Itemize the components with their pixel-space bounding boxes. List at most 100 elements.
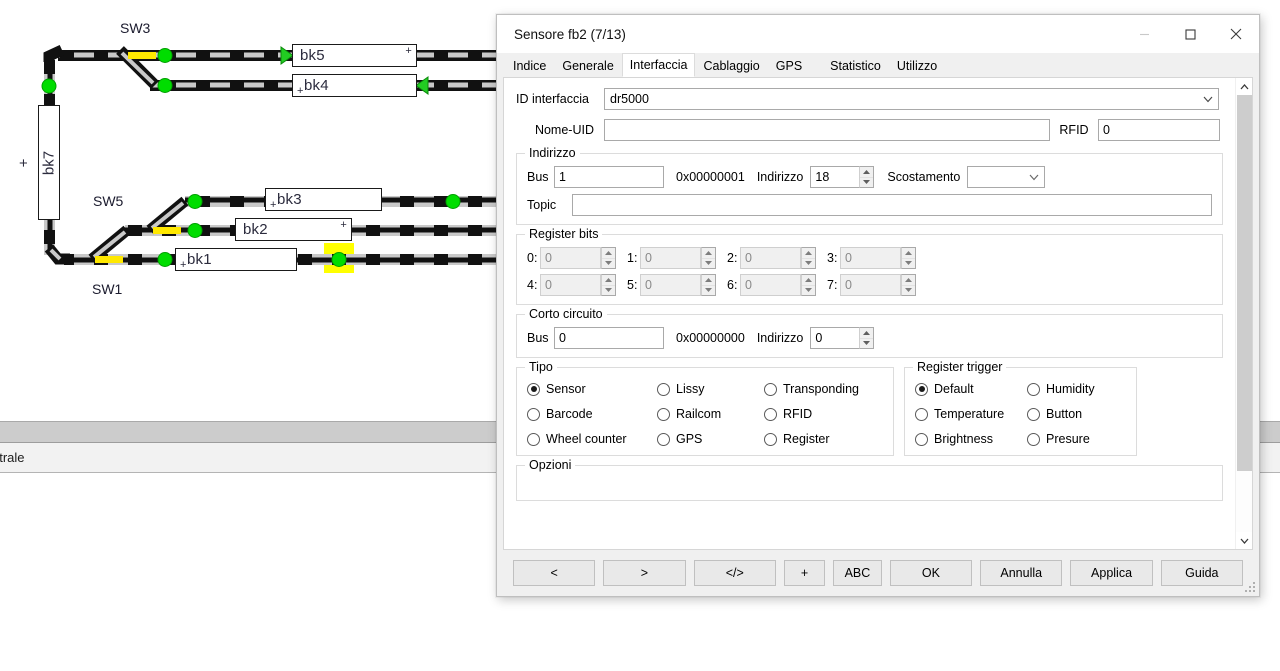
stepper-buttons[interactable] <box>601 274 616 296</box>
block-bk4[interactable]: bk4 + <box>292 74 417 97</box>
radio-trigger-default[interactable]: Default <box>915 382 1027 396</box>
help-button[interactable]: Guida <box>1160 560 1243 586</box>
scroll-up-button[interactable] <box>1236 78 1252 95</box>
block-bk7[interactable]: bk7 + <box>15 105 60 220</box>
tab-utilizzo[interactable]: Utilizzo <box>888 54 946 77</box>
stepper-up-icon[interactable] <box>902 248 915 259</box>
stepper-down-icon[interactable] <box>602 286 615 296</box>
block-bk5[interactable]: bk5 + <box>292 44 417 67</box>
bit-4-input[interactable] <box>540 274 601 296</box>
block-bk3[interactable]: bk3 + <box>265 188 382 211</box>
ok-button[interactable]: OK <box>889 560 973 586</box>
stepper-buttons[interactable] <box>901 274 916 296</box>
stepper-buttons[interactable] <box>859 327 875 349</box>
bit-0-stepper[interactable] <box>540 247 616 269</box>
stepper-down-icon[interactable] <box>902 259 915 269</box>
stepper-up-icon[interactable] <box>860 328 874 339</box>
radio-tipo-barcode[interactable]: Barcode <box>527 407 657 421</box>
tab-generale[interactable]: Generale <box>554 54 622 77</box>
radio-tipo-lissy[interactable]: Lissy <box>657 382 764 396</box>
stepper-buttons[interactable] <box>701 247 716 269</box>
stepper-buttons[interactable] <box>801 274 816 296</box>
radio-tipo-wheel-counter[interactable]: Wheel counter <box>527 432 657 446</box>
block-bk1[interactable]: bk1 + <box>175 248 297 271</box>
block-bk2[interactable]: bk2 + <box>235 218 352 241</box>
stepper-up-icon[interactable] <box>802 275 815 286</box>
stepper-down-icon[interactable] <box>602 259 615 269</box>
cc-indirizzo-stepper[interactable] <box>810 327 875 349</box>
stepper-up-icon[interactable] <box>602 248 615 259</box>
scroll-down-button[interactable] <box>1236 532 1252 549</box>
stepper-buttons[interactable] <box>701 274 716 296</box>
stepper-down-icon[interactable] <box>702 286 715 296</box>
abc-button[interactable]: ABC <box>833 560 882 586</box>
tab-gps[interactable]: GPS <box>767 54 811 77</box>
radio-tipo-rfid[interactable]: RFID <box>764 407 883 421</box>
apply-button[interactable]: Applica <box>1070 560 1153 586</box>
cc-bus-input[interactable] <box>554 327 664 349</box>
radio-tipo-transponding[interactable]: Transponding <box>764 382 883 396</box>
stepper-down-icon[interactable] <box>802 286 815 296</box>
stepper-down-icon[interactable] <box>802 259 815 269</box>
bit-1-input[interactable] <box>640 247 701 269</box>
stepper-buttons[interactable] <box>859 166 875 188</box>
radio-trigger-button[interactable]: Button <box>1027 407 1126 421</box>
close-icon[interactable] <box>1213 15 1259 53</box>
bus-input[interactable] <box>554 166 664 188</box>
stepper-down-icon[interactable] <box>702 259 715 269</box>
bit-5-input[interactable] <box>640 274 701 296</box>
tab-statistico[interactable]: Statistico <box>822 54 889 77</box>
stepper-buttons[interactable] <box>601 247 616 269</box>
resize-grip-icon[interactable] <box>1244 581 1256 593</box>
bit-1-stepper[interactable] <box>640 247 716 269</box>
scrollbar-track[interactable] <box>1236 95 1252 532</box>
bit-5-stepper[interactable] <box>640 274 716 296</box>
bit-6-stepper[interactable] <box>740 274 816 296</box>
dialog-titlebar[interactable]: Sensore fb2 (7/13) <box>497 15 1259 53</box>
stepper-buttons[interactable] <box>801 247 816 269</box>
bit-2-input[interactable] <box>740 247 801 269</box>
cancel-button[interactable]: Annulla <box>980 560 1063 586</box>
form-scrollbar[interactable] <box>1235 78 1252 549</box>
bit-0-input[interactable] <box>540 247 601 269</box>
scostamento-select[interactable] <box>967 166 1046 188</box>
bit-6-input[interactable] <box>740 274 801 296</box>
rfid-input[interactable] <box>1098 119 1220 141</box>
tab-indice[interactable]: Indice <box>505 54 555 77</box>
sensor-properties-dialog[interactable]: Sensore fb2 (7/13) Indice Generale Inter… <box>496 14 1260 597</box>
minimize-icon[interactable] <box>1121 15 1167 53</box>
stepper-up-icon[interactable] <box>902 275 915 286</box>
dialog-tabstrip[interactable]: Indice Generale Interfaccia Cablaggio GP… <box>497 53 1259 77</box>
radio-tipo-railcom[interactable]: Railcom <box>657 407 764 421</box>
bit-3-stepper[interactable] <box>840 247 916 269</box>
tab-interfaccia[interactable]: Interfaccia <box>621 53 696 77</box>
indirizzo-input[interactable] <box>810 166 860 188</box>
bit-3-input[interactable] <box>840 247 901 269</box>
stepper-up-icon[interactable] <box>802 248 815 259</box>
stepper-down-icon[interactable] <box>860 339 873 349</box>
radio-trigger-brightness[interactable]: Brightness <box>915 432 1027 446</box>
stepper-buttons[interactable] <box>901 247 916 269</box>
radio-tipo-register[interactable]: Register <box>764 432 883 446</box>
bit-7-stepper[interactable] <box>840 274 916 296</box>
next-button[interactable]: > <box>603 560 686 586</box>
stepper-up-icon[interactable] <box>702 275 715 286</box>
tab-cablaggio[interactable]: Cablaggio <box>695 54 768 77</box>
add-button[interactable]: + <box>783 560 826 586</box>
radio-trigger-temperature[interactable]: Temperature <box>915 407 1027 421</box>
bit-7-input[interactable] <box>840 274 901 296</box>
indirizzo-stepper[interactable] <box>810 166 875 188</box>
radio-tipo-gps[interactable]: GPS <box>657 432 764 446</box>
stepper-up-icon[interactable] <box>860 167 874 178</box>
stepper-up-icon[interactable] <box>602 275 615 286</box>
radio-trigger-humidity[interactable]: Humidity <box>1027 382 1126 396</box>
maximize-icon[interactable] <box>1167 15 1213 53</box>
nome-uid-input[interactable] <box>604 119 1050 141</box>
radio-tipo-sensor[interactable]: Sensor <box>527 382 657 396</box>
stepper-down-icon[interactable] <box>902 286 915 296</box>
id-interfaccia-select[interactable]: dr5000 <box>604 88 1219 110</box>
bit-4-stepper[interactable] <box>540 274 616 296</box>
stepper-down-icon[interactable] <box>860 178 873 188</box>
cc-indirizzo-input[interactable] <box>810 327 860 349</box>
radio-trigger-presure[interactable]: Presure <box>1027 432 1126 446</box>
